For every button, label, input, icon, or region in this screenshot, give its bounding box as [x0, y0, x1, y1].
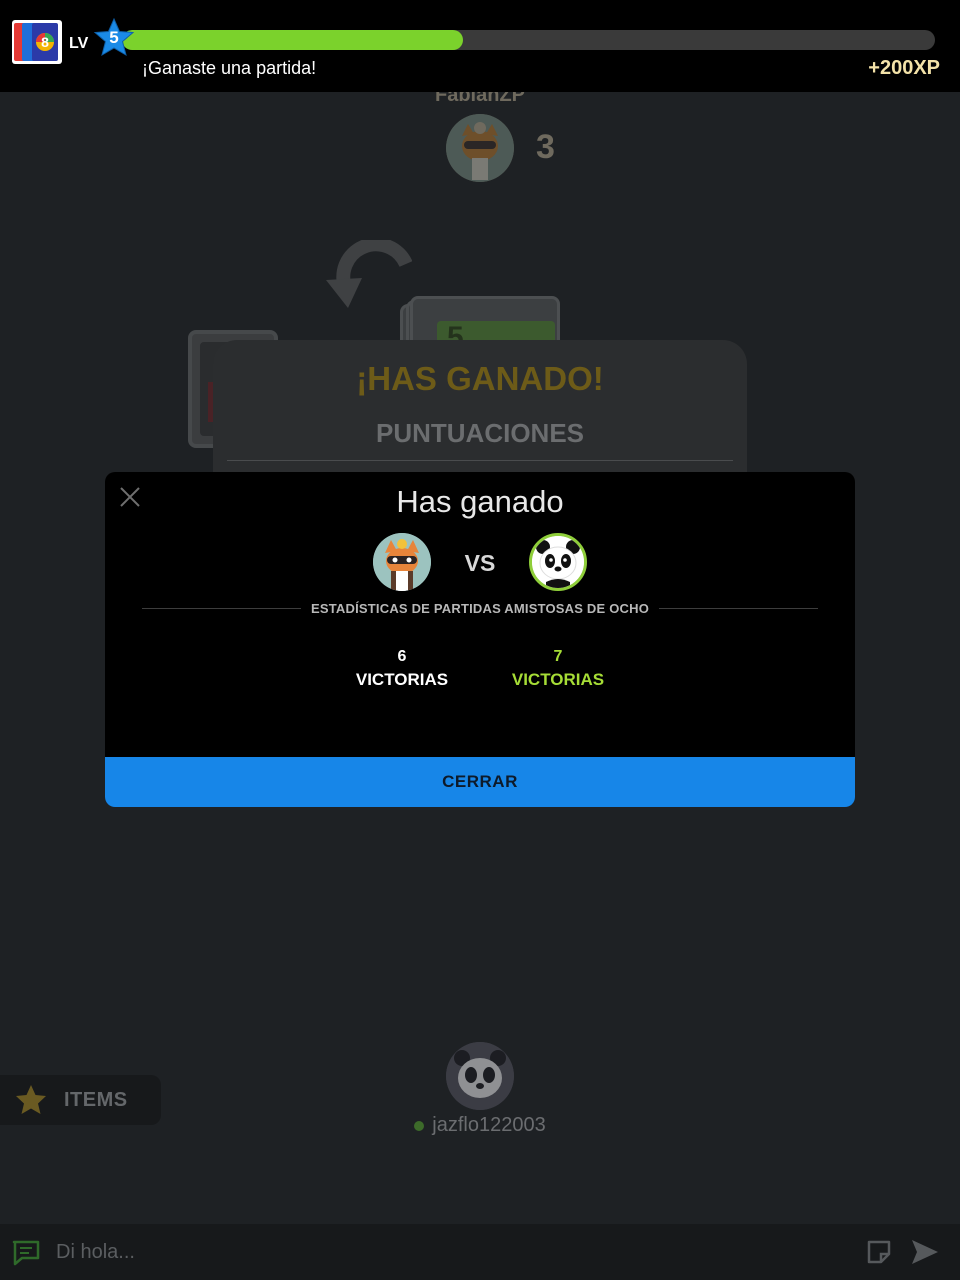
- player-wins-count: 6: [397, 648, 407, 665]
- online-status-dot: [414, 1120, 425, 1131]
- close-button[interactable]: CERRAR: [105, 757, 855, 807]
- player-avatar-small: [373, 533, 431, 591]
- opponent-avatar: [446, 114, 514, 182]
- divider: [142, 607, 301, 609]
- player-wins: 6 VICTORIAS: [337, 648, 467, 690]
- chat-input[interactable]: [56, 1238, 836, 1266]
- opponent-wins-label: VICTORIAS: [511, 670, 605, 689]
- chat-icon[interactable]: [12, 1240, 40, 1271]
- reverse-arrow-icon: [322, 237, 413, 317]
- stats-heading: ESTADÍSTICAS DE PARTIDAS AMISTOSAS DE OC…: [311, 600, 650, 616]
- level-number: 5: [109, 28, 119, 47]
- panda-avatar-icon: [532, 536, 584, 588]
- opponent-wins: 7 VICTORIAS: [493, 648, 623, 690]
- divider: [227, 460, 733, 461]
- chat-bar: [0, 1224, 960, 1280]
- divider: [659, 607, 819, 609]
- opponent-wins-count: 7: [553, 648, 563, 665]
- player-avatar: [446, 1042, 514, 1110]
- player-name-row: jazflo122003: [400, 1114, 560, 1137]
- star-icon: [16, 1085, 46, 1114]
- items-button[interactable]: ITEMS: [0, 1075, 161, 1125]
- vs-label: VS: [464, 550, 496, 576]
- send-icon[interactable]: [910, 1238, 940, 1271]
- app-logo: 8: [12, 20, 62, 64]
- opponent-card-count: 3: [536, 128, 555, 166]
- xp-progress-bar: [122, 30, 935, 50]
- scores-heading: PUNTUACIONES: [375, 418, 584, 448]
- items-label: ITEMS: [64, 1088, 128, 1111]
- win-title: ¡HAS GANADO!: [356, 360, 604, 397]
- player-wins-label: VICTORIAS: [355, 670, 449, 689]
- xp-message: ¡Ganaste una partida!: [142, 58, 317, 78]
- stats-heading-row: ESTADÍSTICAS DE PARTIDAS AMISTOSAS DE OC…: [142, 598, 819, 618]
- opponent-avatar-small: [529, 533, 587, 591]
- match-result-modal: Has ganado VS ESTADÍSTICAS DE PARTIDAS A…: [105, 472, 855, 807]
- sticker-icon[interactable]: [866, 1239, 892, 1270]
- cat-avatar-icon: [373, 533, 431, 591]
- logo-card-value: 8: [41, 34, 49, 50]
- xp-progress-fill: [122, 30, 464, 50]
- xp-gain: +200XP: [868, 57, 940, 79]
- modal-title: Has ganado: [396, 484, 564, 519]
- level-label: LV: [69, 35, 89, 52]
- player-name: jazflo122003: [432, 1114, 546, 1136]
- panda-avatar-icon: [446, 1042, 514, 1110]
- xp-header: 8 LV 5 ¡Ganaste una partida! +200XP: [0, 0, 960, 92]
- cat-avatar-icon: [446, 114, 514, 182]
- level-badge: 5: [93, 17, 135, 60]
